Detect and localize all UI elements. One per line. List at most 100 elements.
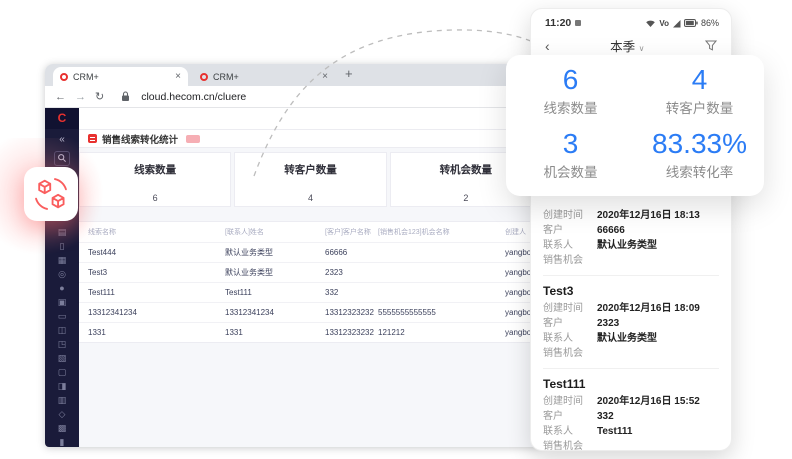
new-tab-button[interactable]: + — [345, 66, 353, 81]
stat-value: 83.33% — [635, 127, 764, 161]
sidebar-module-icon[interactable]: ▣ — [58, 298, 67, 307]
contact-cell: 默认业务类型 — [225, 247, 325, 258]
opportunity-cell: 5555555555555 — [378, 308, 505, 317]
sidebar-module-icon[interactable]: ▧ — [58, 354, 67, 363]
stat-card-customers: 转客户数量 4 — [234, 152, 386, 207]
volte-icon: Vo — [659, 19, 669, 28]
signal-icon — [672, 19, 681, 28]
battery-icon — [684, 19, 698, 27]
table-row[interactable]: 13312341234 13312341234 13312323232 5555… — [79, 302, 542, 322]
sidebar-module-icon[interactable]: ◎ — [58, 270, 66, 279]
column-header: [客户]客户名称 — [325, 227, 378, 237]
list-item[interactable]: Test111 创建时间2020年12月16日 15:52 客户332 联系人T… — [543, 368, 719, 451]
chevron-down-icon: ∨ — [639, 44, 645, 53]
sidebar-module-icon[interactable]: ▭ — [58, 312, 67, 321]
tab-title: CRM+ — [213, 72, 239, 82]
field-value: 332 — [597, 409, 614, 424]
sidebar-module-icon[interactable]: ▦ — [58, 256, 67, 265]
field-label: 客户 — [543, 409, 597, 424]
period-dropdown[interactable]: 本季 ∨ — [550, 36, 705, 55]
browser-tab-2[interactable]: CRM+ × — [193, 67, 335, 86]
field-label: 创建时间 — [543, 208, 597, 223]
table-row[interactable]: 1331 1331 13312323232 121212 yangbo — [79, 322, 542, 342]
report-content: 线索数量 6 转客户数量 4 转机会数量 2 线索名称 [联系 — [79, 148, 542, 447]
table-header-row: 线索名称 [联系人]姓名 [客户]客户名称 [销售机会123]机会名称 创建人 — [79, 222, 542, 242]
field-value: 默认业务类型 — [597, 238, 657, 253]
field-value: Test111 — [597, 424, 632, 439]
stat-label: 转客户数量 — [635, 97, 764, 117]
field-label: 销售机会 — [543, 253, 597, 268]
close-tab-icon[interactable]: × — [322, 72, 328, 82]
sidebar-module-icon[interactable]: ▤ — [58, 228, 67, 237]
filter-icon[interactable] — [705, 40, 717, 51]
browser-window: CRM+ × CRM+ × + ← → ↻ cloud.hecom.cn/clu… — [45, 64, 542, 447]
sidebar-module-icon[interactable]: ◇ — [59, 410, 66, 419]
sidebar-module-icon[interactable]: ▮ — [60, 438, 65, 447]
stat-opportunities: 3 机会数量 — [506, 127, 635, 191]
page-tab[interactable]: 销售线索转化统计 — [79, 130, 542, 148]
period-label: 本季 — [610, 40, 635, 54]
sidebar-module-icon[interactable]: ● — [59, 284, 64, 293]
data-sync-icon — [24, 167, 78, 221]
stat-leads: 6 线索数量 — [506, 63, 635, 127]
table-row[interactable]: Test111 Test111 332 yangbo — [79, 282, 542, 302]
field-label: 客户 — [543, 316, 597, 331]
notification-icon — [575, 20, 581, 26]
customer-cell: 66666 — [325, 248, 378, 257]
crm-favicon-icon — [200, 73, 208, 81]
field-label: 客户 — [543, 223, 597, 238]
field-value: 2020年12月16日 18:13 — [597, 208, 700, 223]
leads-table: 线索名称 [联系人]姓名 [客户]客户名称 [销售机会123]机会名称 创建人 … — [79, 221, 542, 343]
stat-card-value: 6 — [80, 193, 230, 203]
contact-cell: 1331 — [225, 328, 325, 337]
customer-cell: 13312323232 — [325, 328, 378, 337]
stat-label: 线索数量 — [506, 97, 635, 117]
app-header-bar — [79, 108, 542, 130]
field-value: 2020年12月16日 18:09 — [597, 301, 700, 316]
contact-cell: Test111 — [225, 288, 325, 297]
list-item[interactable]: Test3 创建时间2020年12月16日 18:09 客户2323 联系人默认… — [543, 275, 719, 368]
app-sidebar: C « ▤ ▯ ▦ ◎ ● ▣ ▭ ◫ ◳ ▧ ▢ ◨ ▥ — [45, 108, 79, 447]
sidebar-module-icon[interactable]: ▩ — [58, 424, 67, 433]
page-title: 销售线索转化统计 — [102, 132, 178, 146]
stat-cards: 线索数量 6 转客户数量 4 转机会数量 2 — [79, 152, 542, 207]
stat-label: 机会数量 — [506, 161, 635, 181]
stat-label: 线索转化率 — [635, 161, 764, 181]
address-bar[interactable]: cloud.hecom.cn/cluere — [141, 91, 246, 103]
sidebar-module-icon[interactable]: ◨ — [58, 382, 67, 391]
sidebar-module-icon[interactable]: ▥ — [58, 396, 67, 405]
phone-stats-card: 6 线索数量 4 转客户数量 3 机会数量 83.33% 线索转化率 — [506, 55, 764, 196]
table-row[interactable]: Test3 默认业务类型 2323 yangbo — [79, 262, 542, 282]
sidebar-module-icon[interactable]: ◳ — [58, 340, 67, 349]
lead-name: Test3 — [543, 284, 719, 298]
sidebar-module-icon[interactable]: ▢ — [58, 368, 67, 377]
opportunity-cell: 121212 — [378, 328, 505, 337]
browser-tab-1[interactable]: CRM+ × — [53, 67, 188, 86]
stat-value: 6 — [506, 63, 635, 97]
customer-cell: 332 — [325, 288, 378, 297]
close-tab-icon[interactable]: × — [175, 72, 181, 82]
tab-title: CRM+ — [73, 72, 99, 82]
column-header: [销售机会123]机会名称 — [378, 227, 505, 237]
reload-icon[interactable]: ↻ — [95, 90, 104, 103]
sidebar-module-icon[interactable]: ▯ — [60, 242, 65, 251]
browser-tab-strip: CRM+ × CRM+ × + — [45, 64, 542, 86]
report-icon — [88, 134, 97, 143]
table-row[interactable]: Test444 默认业务类型 66666 yangbo — [79, 242, 542, 262]
back-icon[interactable]: ← — [55, 91, 66, 103]
field-label: 销售机会 — [543, 346, 597, 361]
stat-customers: 4 转客户数量 — [635, 63, 764, 127]
list-item[interactable]: 创建时间2020年12月16日 18:13 客户66666 联系人默认业务类型 … — [543, 203, 719, 275]
lead-list: 创建时间2020年12月16日 18:13 客户66666 联系人默认业务类型 … — [531, 203, 731, 451]
collapse-sidebar-icon[interactable]: « — [59, 134, 65, 145]
stat-card-leads: 线索数量 6 — [79, 152, 231, 207]
stat-card-label: 转客户数量 — [235, 162, 385, 177]
field-value: 66666 — [597, 223, 625, 238]
stat-value: 4 — [635, 63, 764, 97]
lead-name: Test111 — [543, 377, 719, 391]
contact-cell: 13312341234 — [225, 308, 325, 317]
sidebar-module-icon[interactable]: ◫ — [58, 326, 67, 335]
forward-icon[interactable]: → — [75, 91, 86, 103]
search-icon[interactable] — [54, 151, 70, 166]
stat-value: 3 — [506, 127, 635, 161]
